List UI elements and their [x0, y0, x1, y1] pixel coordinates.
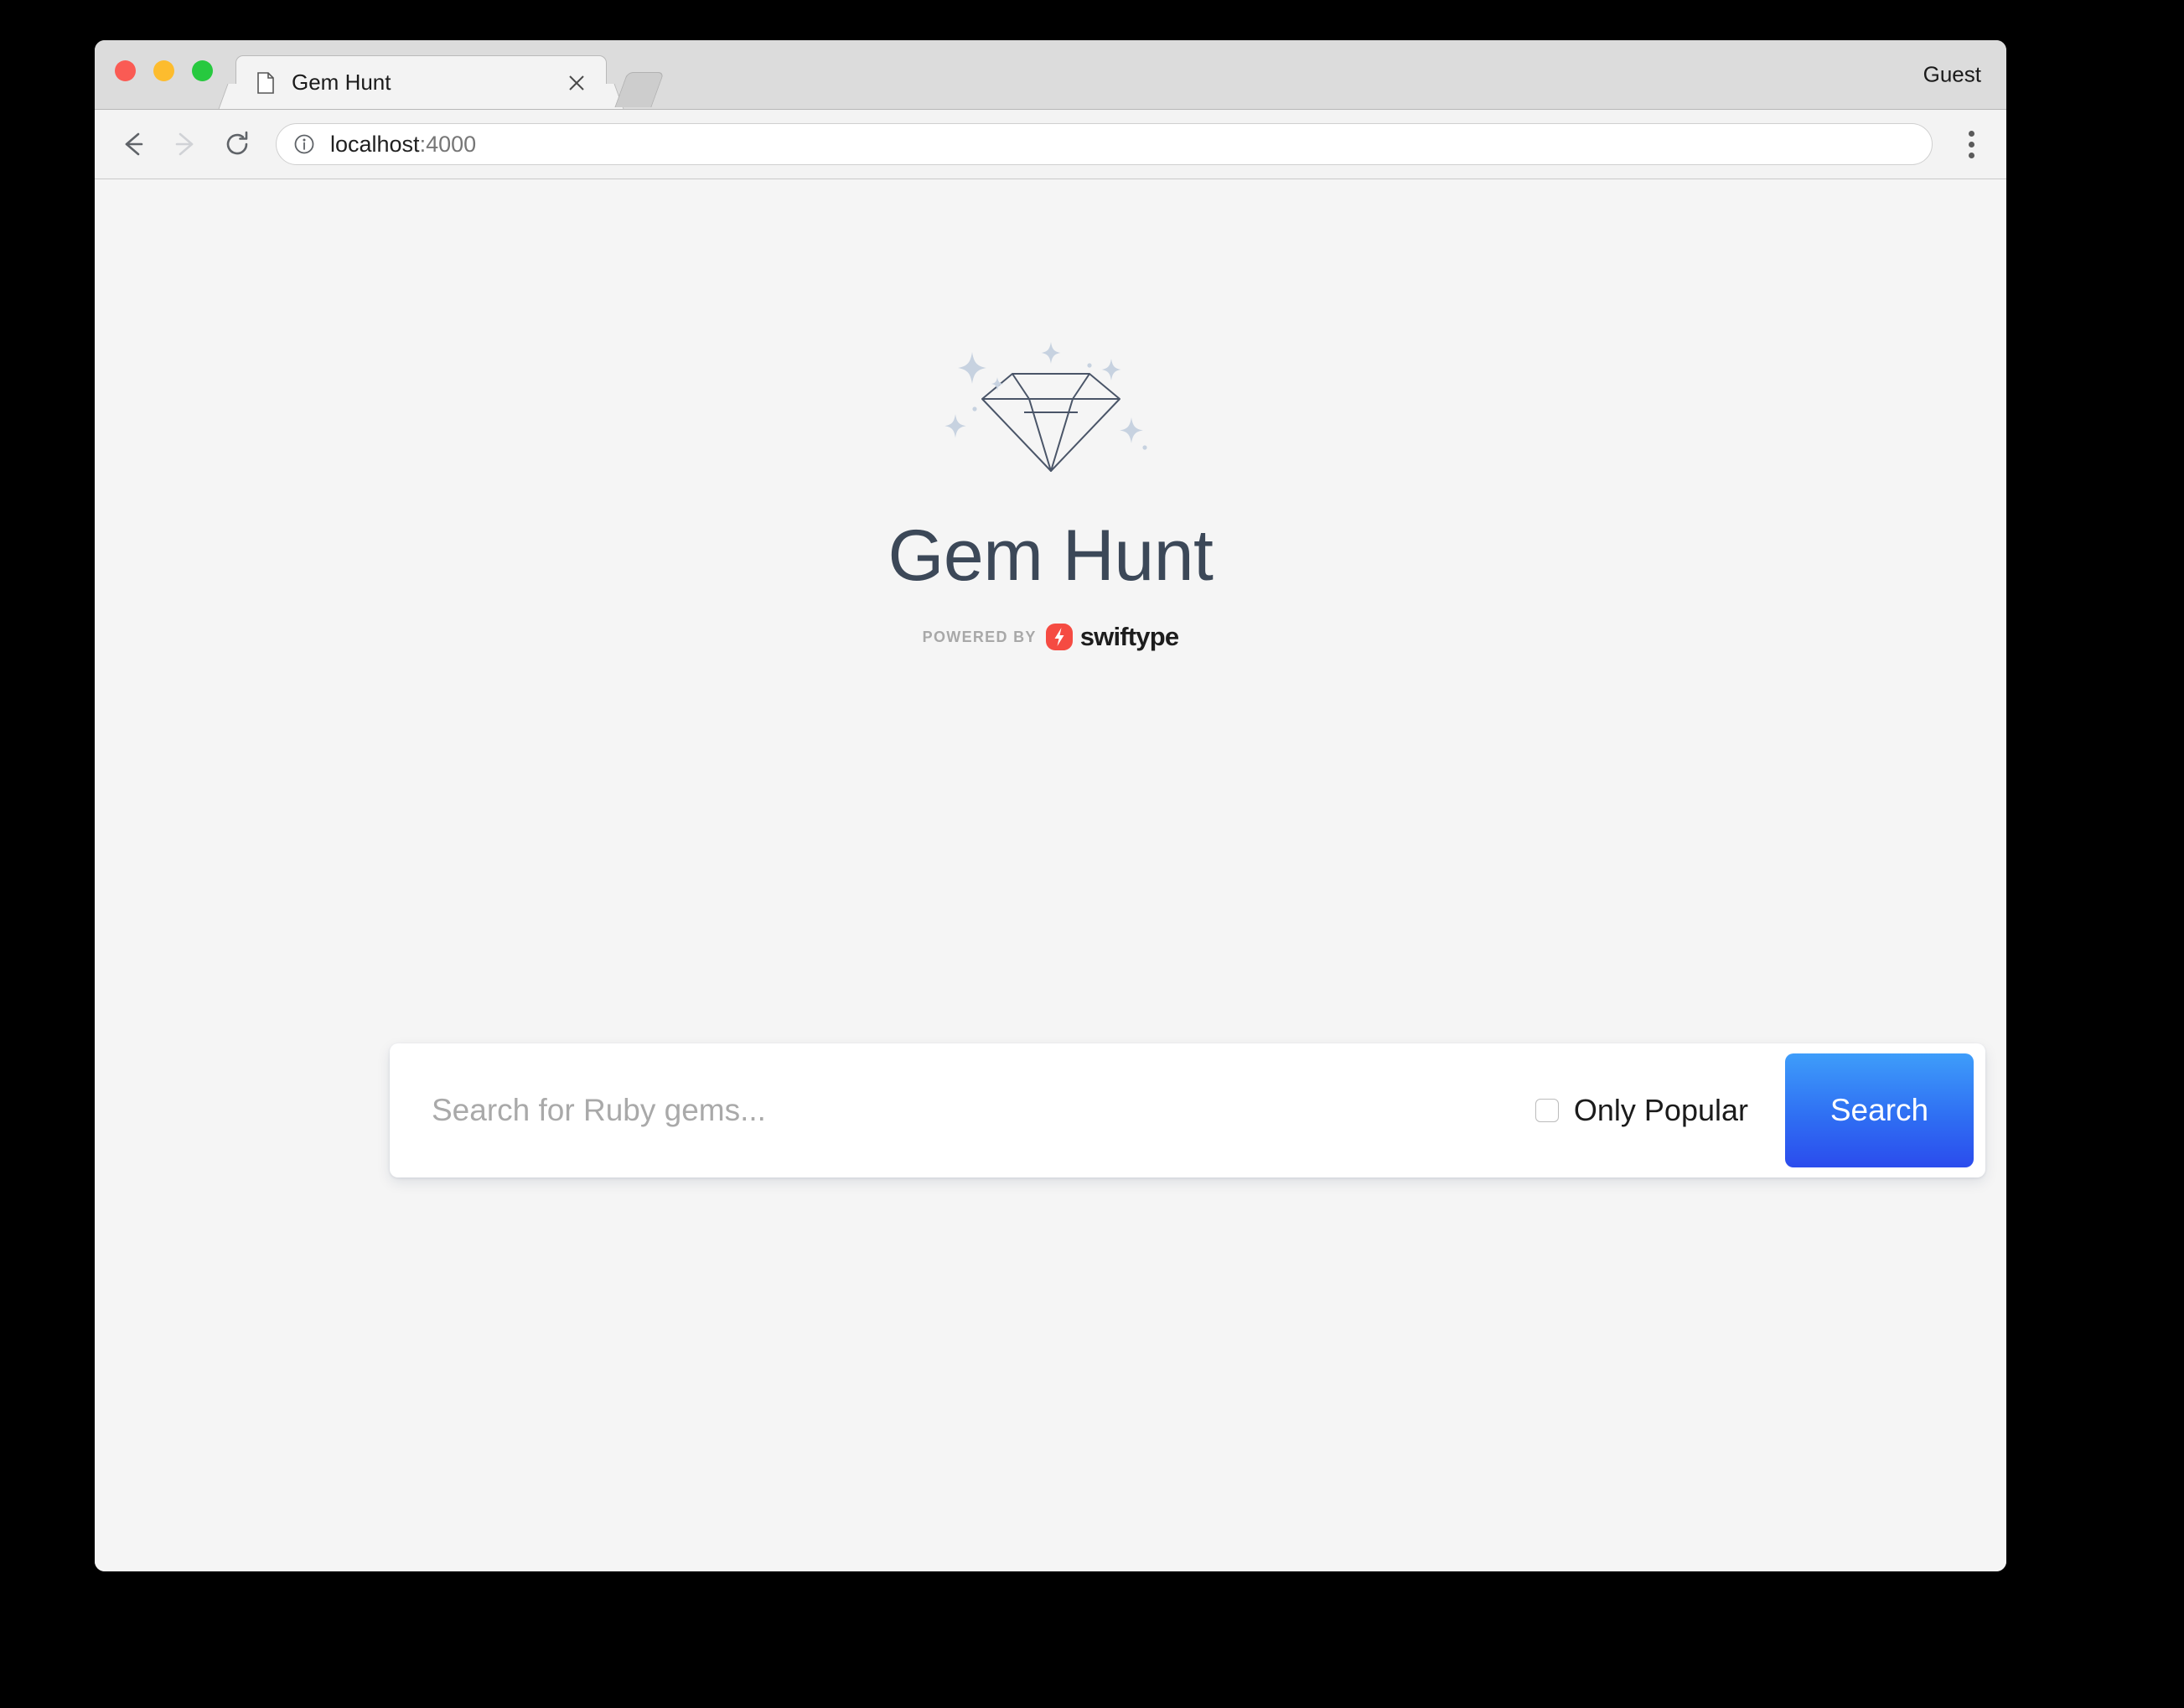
window-controls — [115, 60, 213, 81]
profile-label[interactable]: Guest — [1923, 62, 1981, 88]
browser-tab-strip: Gem Hunt Guest — [95, 40, 2006, 110]
reload-icon[interactable] — [217, 124, 257, 164]
url-port: :4000 — [419, 131, 477, 157]
search-input[interactable] — [430, 1092, 1535, 1129]
browser-tab-title: Gem Hunt — [292, 70, 391, 95]
info-circle-icon[interactable] — [293, 133, 315, 155]
hero-section: Gem Hunt POWERED BY swiftype — [95, 179, 2006, 652]
forward-arrow-icon — [165, 124, 205, 164]
url-host: localhost — [330, 131, 420, 157]
swiftype-wordmark: swiftype — [1079, 622, 1179, 651]
only-popular-checkbox[interactable]: Only Popular — [1534, 1093, 1748, 1128]
powered-by-label: POWERED BY — [922, 628, 1037, 645]
page-title: Gem Hunt — [888, 515, 1214, 596]
search-button[interactable]: Search — [1785, 1053, 1974, 1167]
address-bar-url: localhost:4000 — [330, 132, 476, 158]
overflow-menu-icon[interactable] — [1948, 121, 1995, 168]
close-icon[interactable] — [566, 72, 587, 94]
minimize-window-button[interactable] — [153, 60, 174, 81]
page-viewport: Gem Hunt POWERED BY swiftype Only Popula… — [95, 179, 2006, 1571]
powered-by-badge: POWERED BY swiftype — [923, 622, 1179, 652]
new-tab-button[interactable] — [614, 72, 665, 107]
address-bar[interactable]: localhost:4000 — [276, 123, 1933, 165]
close-window-button[interactable] — [115, 60, 136, 81]
zoom-window-button[interactable] — [192, 60, 213, 81]
only-popular-label: Only Popular — [1573, 1093, 1748, 1127]
back-arrow-icon[interactable] — [113, 124, 153, 164]
browser-window: Gem Hunt Guest localhost:4000 Gem Hunt P… — [95, 40, 2006, 1571]
browser-tab[interactable]: Gem Hunt — [235, 55, 607, 109]
swiftype-logo[interactable]: swiftype — [1045, 622, 1179, 652]
page-icon — [256, 71, 275, 94]
diamond-gem-icon — [925, 330, 1177, 481]
lightning-bolt-icon — [1045, 624, 1073, 650]
search-card: Only Popular Search — [390, 1043, 1985, 1177]
checkbox-box[interactable] — [1534, 1099, 1559, 1122]
browser-toolbar: localhost:4000 — [95, 110, 2006, 179]
